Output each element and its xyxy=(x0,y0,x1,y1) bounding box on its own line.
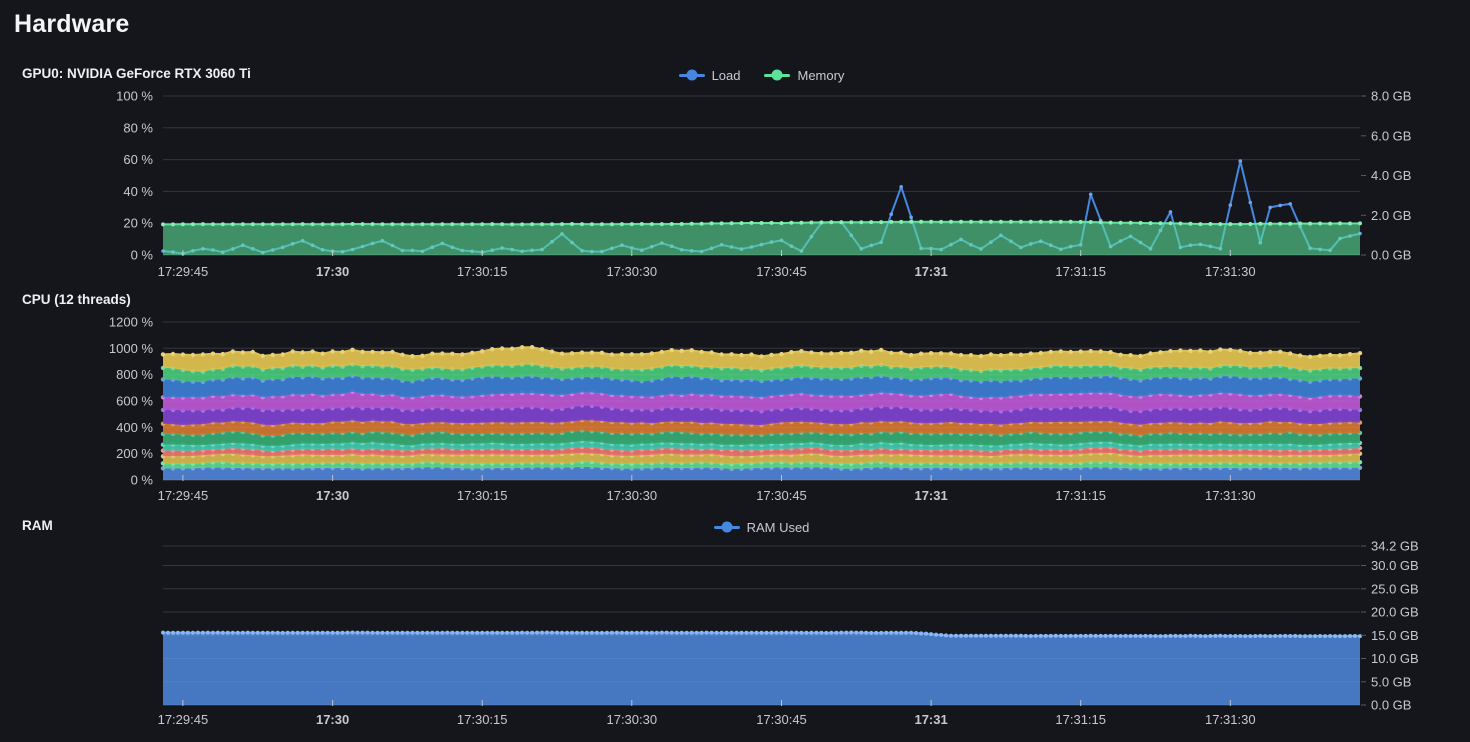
svg-text:17:30:30: 17:30:30 xyxy=(606,264,657,279)
gpu-legend: Load Memory xyxy=(163,64,1360,86)
page-title: Hardware xyxy=(14,10,130,39)
svg-text:17:29:45: 17:29:45 xyxy=(158,488,209,503)
svg-text:40 %: 40 % xyxy=(123,184,153,199)
svg-text:20.0 GB: 20.0 GB xyxy=(1371,605,1419,620)
y-axis-right: 8.0 GB 6.0 GB 4.0 GB 2.0 GB 0.0 GB xyxy=(1361,89,1411,263)
y-axis-left: 1200 % 1000 % 800 % 600 % 400 % 200 % 0 % xyxy=(109,315,154,488)
svg-text:17:31:15: 17:31:15 xyxy=(1055,488,1106,503)
svg-text:17:30:45: 17:30:45 xyxy=(756,488,807,503)
svg-text:17:31:30: 17:31:30 xyxy=(1205,488,1256,503)
svg-text:0.0 GB: 0.0 GB xyxy=(1371,698,1411,713)
cpu-legend xyxy=(163,290,1360,312)
svg-text:17:31: 17:31 xyxy=(914,488,947,503)
svg-text:200 %: 200 % xyxy=(116,446,153,461)
svg-text:17:29:45: 17:29:45 xyxy=(158,712,209,727)
hardware-monitor-page: Hardware GPU0: NVIDIA GeForce RTX 3060 T… xyxy=(0,0,1470,742)
svg-text:17:31:30: 17:31:30 xyxy=(1205,712,1256,727)
svg-text:17:30:15: 17:30:15 xyxy=(457,488,508,503)
legend-item-ram-used[interactable]: RAM Used xyxy=(714,520,810,535)
gpu-chart[interactable]: 17:29:45 17:30 17:30:15 17:30:30 17:30:45 17:… xyxy=(0,88,1470,288)
svg-text:6.0 GB: 6.0 GB xyxy=(1371,128,1411,143)
ram-section-title: RAM xyxy=(22,518,53,533)
ram-legend: RAM Used xyxy=(163,516,1360,538)
legend-series-marker-icon xyxy=(679,74,705,77)
svg-text:1200 %: 1200 % xyxy=(109,315,154,330)
svg-text:17:31: 17:31 xyxy=(914,264,947,279)
svg-text:25.0 GB: 25.0 GB xyxy=(1371,581,1419,596)
y-axis-right: 34.2 GB 30.0 GB 25.0 GB 20.0 GB 15.0 GB 10.0 … xyxy=(1361,539,1419,713)
ram-section-header: RAM RAM Used xyxy=(0,516,1470,538)
legend-label: Load xyxy=(712,68,741,83)
series-Memory xyxy=(161,220,1362,255)
legend-label: Memory xyxy=(797,68,844,83)
svg-text:17:30: 17:30 xyxy=(316,712,349,727)
svg-text:800 %: 800 % xyxy=(116,367,153,382)
svg-text:20 %: 20 % xyxy=(123,216,153,231)
svg-text:1000 %: 1000 % xyxy=(109,341,154,356)
cpu-section-title: CPU (12 threads) xyxy=(22,292,131,307)
svg-text:17:30:15: 17:30:15 xyxy=(457,712,508,727)
y-axis-left: 100 % 80 % 60 % 40 % 20 % 0 % xyxy=(116,89,153,263)
svg-text:17:30:30: 17:30:30 xyxy=(606,488,657,503)
svg-text:17:30:30: 17:30:30 xyxy=(606,712,657,727)
cpu-section-header: CPU (12 threads) xyxy=(0,290,1470,312)
series-RAM Used xyxy=(161,631,1362,706)
svg-text:30.0 GB: 30.0 GB xyxy=(1371,558,1419,573)
svg-text:80 %: 80 % xyxy=(123,120,153,135)
svg-text:17:30:15: 17:30:15 xyxy=(457,264,508,279)
svg-text:17:30:45: 17:30:45 xyxy=(756,264,807,279)
legend-label: RAM Used xyxy=(747,520,810,535)
svg-text:100 %: 100 % xyxy=(116,89,153,104)
svg-text:60 %: 60 % xyxy=(123,152,153,167)
legend-series-marker-icon xyxy=(764,74,790,77)
gpu-section-header: GPU0: NVIDIA GeForce RTX 3060 Ti LoadMem… xyxy=(0,64,1470,86)
svg-text:0 %: 0 % xyxy=(131,473,154,488)
svg-text:17:30: 17:30 xyxy=(316,488,349,503)
legend-series-marker-icon xyxy=(714,526,740,529)
legend-item-memory[interactable]: Memory xyxy=(764,68,844,83)
svg-text:600 %: 600 % xyxy=(116,394,153,409)
legend-item-load[interactable]: Load xyxy=(679,68,741,83)
svg-text:2.0 GB: 2.0 GB xyxy=(1371,208,1411,223)
svg-text:17:31:15: 17:31:15 xyxy=(1055,264,1106,279)
ram-chart[interactable]: 17:29:45 17:30 17:30:15 17:30:30 17:30:45 17:… xyxy=(0,538,1470,742)
svg-text:17:30:45: 17:30:45 xyxy=(756,712,807,727)
svg-text:5.0 GB: 5.0 GB xyxy=(1371,674,1411,689)
svg-text:0 %: 0 % xyxy=(131,248,154,263)
svg-text:34.2 GB: 34.2 GB xyxy=(1371,539,1419,554)
svg-text:17:30: 17:30 xyxy=(316,264,349,279)
svg-text:8.0 GB: 8.0 GB xyxy=(1371,89,1411,104)
svg-text:4.0 GB: 4.0 GB xyxy=(1371,168,1411,183)
svg-text:400 %: 400 % xyxy=(116,420,153,435)
cpu-chart[interactable]: 17:29:45 17:30 17:30:15 17:30:30 17:30:45 17:… xyxy=(0,312,1470,512)
svg-text:15.0 GB: 15.0 GB xyxy=(1371,628,1419,643)
svg-text:17:29:45: 17:29:45 xyxy=(158,264,209,279)
svg-text:17:31:30: 17:31:30 xyxy=(1205,264,1256,279)
svg-text:0.0 GB: 0.0 GB xyxy=(1371,248,1411,263)
svg-text:17:31:15: 17:31:15 xyxy=(1055,712,1106,727)
svg-text:17:31: 17:31 xyxy=(914,712,947,727)
svg-text:10.0 GB: 10.0 GB xyxy=(1371,651,1419,666)
